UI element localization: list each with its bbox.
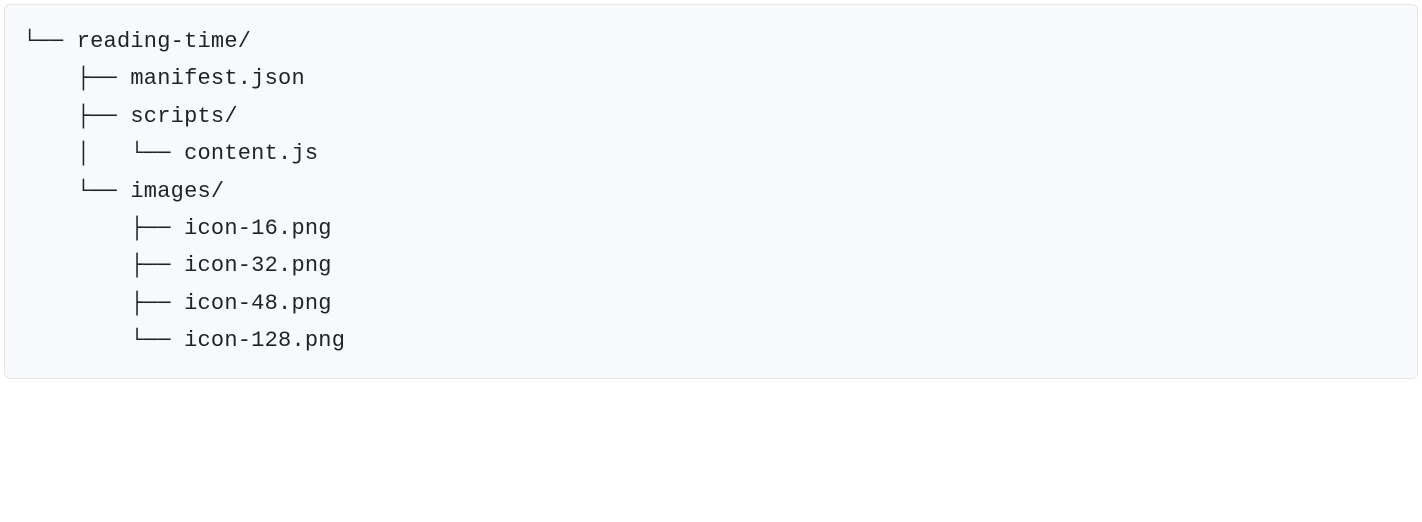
tree-line-images-dir: └── images/ [23, 173, 1399, 210]
tree-line-content-js: │ └── content.js [23, 135, 1399, 172]
tree-line-icon-128: └── icon-128.png [23, 322, 1399, 359]
tree-line-manifest: ├── manifest.json [23, 60, 1399, 97]
directory-tree-code-block: └── reading-time/ ├── manifest.json ├── … [4, 4, 1418, 379]
tree-line-icon-48: ├── icon-48.png [23, 285, 1399, 322]
tree-line-scripts-dir: ├── scripts/ [23, 98, 1399, 135]
tree-line-root: └── reading-time/ [23, 23, 1399, 60]
tree-line-icon-32: ├── icon-32.png [23, 247, 1399, 284]
tree-line-icon-16: ├── icon-16.png [23, 210, 1399, 247]
